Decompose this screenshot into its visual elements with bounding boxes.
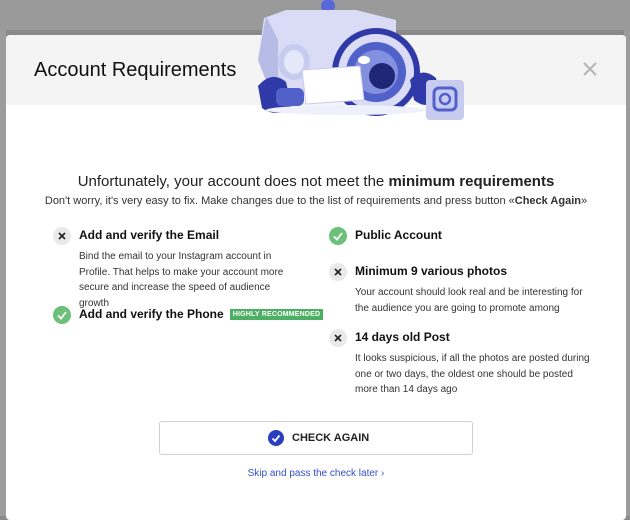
requirement-title: Minimum 9 various photos	[355, 264, 508, 278]
check-icon	[333, 232, 343, 241]
headline-text: Unfortunately, your account does not mee…	[77, 173, 389, 190]
close-icon	[58, 232, 66, 240]
check-again-label: CHECK AGAIN	[292, 432, 370, 444]
requirement-phone: Add and verify the Phone HIGHLY RECOMMEND…	[53, 306, 333, 328]
requirement-description: Bind the email to your Instagram account…	[79, 251, 284, 309]
requirement-status	[53, 306, 71, 324]
check-circle-icon	[268, 430, 284, 446]
requirement-post-age: 14 days old Post It looks suspicious, if…	[329, 329, 590, 399]
headline: Unfortunately, your account does not mee…	[6, 173, 626, 190]
modal-title: Account Requirements	[34, 59, 237, 81]
close-button[interactable]	[580, 59, 600, 79]
requirements-modal: Account Requirements Unfortunately, your…	[6, 0, 626, 520]
requirement-title-row: Add and verify the Phone HIGHLY RECOMMEND…	[79, 307, 324, 321]
close-icon	[583, 62, 597, 76]
skip-check-link[interactable]: Skip and pass the check later ›	[6, 468, 626, 479]
requirement-status	[329, 329, 347, 347]
subline-text: Don't worry, it's very easy to fix. Make…	[44, 195, 515, 207]
requirement-public: Public Account	[329, 227, 589, 249]
requirement-title: 14 days old Post	[355, 330, 450, 344]
requirement-photos: Minimum 9 various photos Your account sh…	[329, 263, 589, 323]
requirement-status	[53, 227, 71, 245]
headline-bold: minimum requirements	[388, 173, 555, 190]
check-icon	[57, 311, 67, 320]
requirement-description: It looks suspicious, if all the photos a…	[355, 353, 590, 395]
close-icon	[334, 268, 342, 276]
requirement-email: Add and verify the Email Bind the email …	[53, 227, 303, 309]
requirement-status	[329, 227, 347, 245]
recommended-badge: HIGHLY RECOMMENDED	[229, 309, 324, 320]
subline: Don't worry, it's very easy to fix. Make…	[6, 195, 626, 207]
requirement-description: Your account should look real and be int…	[355, 287, 583, 314]
camera-illustration	[258, 0, 464, 120]
subline-suffix: »	[581, 195, 588, 207]
requirement-title: Add and verify the Email	[79, 228, 220, 242]
requirement-title: Add and verify the Phone	[79, 307, 224, 321]
check-again-button[interactable]: CHECK AGAIN	[159, 421, 473, 455]
subline-bold: Check Again	[514, 195, 581, 207]
requirement-status	[329, 263, 347, 281]
requirement-title: Public Account	[355, 228, 442, 242]
close-icon	[334, 334, 342, 342]
